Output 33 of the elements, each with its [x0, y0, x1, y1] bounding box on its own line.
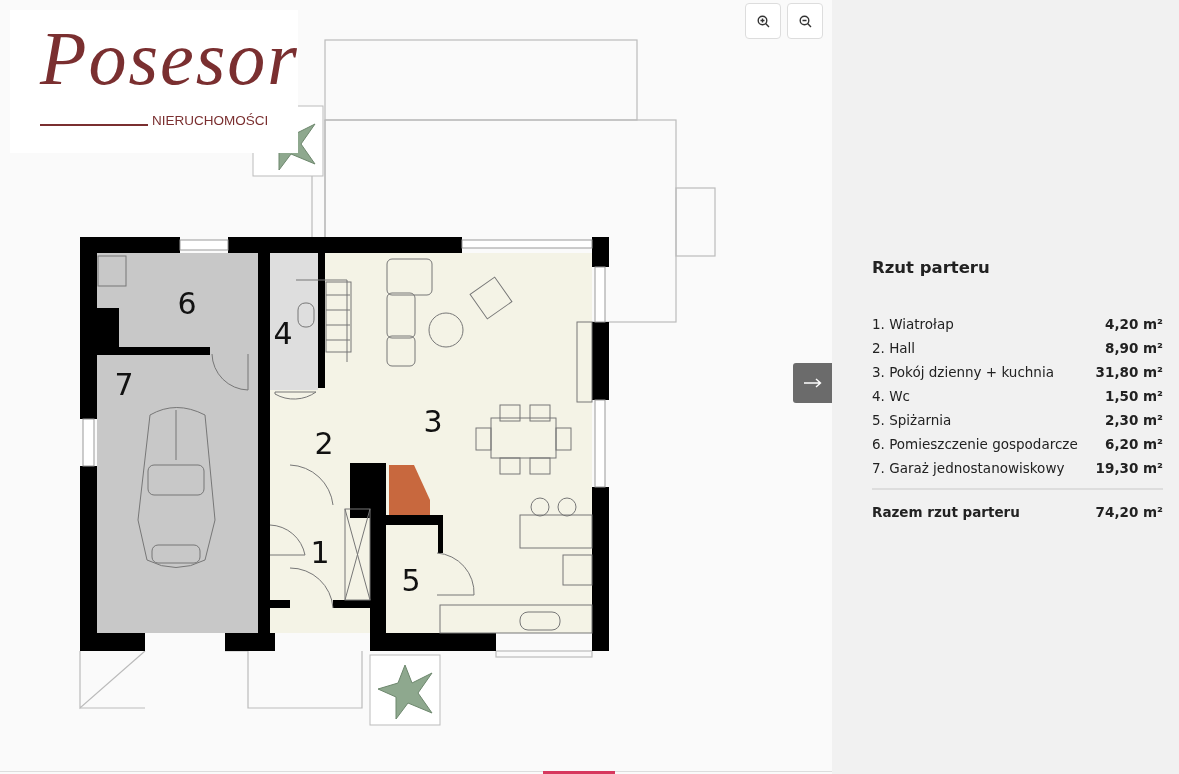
room-area: 1,50 m² — [1105, 385, 1163, 406]
zoom-out-icon — [798, 14, 812, 28]
room-name: 7. Garaż jednostanowiskowy — [872, 458, 1065, 478]
room-name: 4. Wc — [872, 386, 910, 406]
logo-wordmark: Posesor — [40, 20, 299, 96]
room-number: 5 — [401, 563, 421, 598]
room-name: 2. Hall — [872, 338, 916, 358]
room-number: 7 — [114, 367, 134, 402]
room-name: 6. Pomieszczenie gospodarcze — [872, 434, 1078, 454]
next-button[interactable] — [793, 363, 832, 403]
slide-indicator — [543, 771, 615, 774]
room-area: 19,30 m² — [1095, 457, 1163, 478]
room-area: 4,20 m² — [1105, 313, 1163, 334]
room-number: 3 — [423, 404, 443, 439]
total-label: Razem rzut parteru — [872, 502, 1020, 522]
zoom-in-button[interactable] — [745, 3, 781, 39]
arrow-right-icon — [803, 378, 822, 388]
total-area: 74,20 m² — [1095, 501, 1163, 522]
room-number: 6 — [177, 286, 197, 321]
zoom-in-icon — [756, 14, 770, 28]
zoom-out-button[interactable] — [787, 3, 823, 39]
room-name: 5. Spiżarnia — [872, 410, 952, 430]
logo-tagline: NIERUCHOMOŚCI — [152, 114, 269, 128]
room-area: 31,80 m² — [1095, 361, 1163, 382]
room-number: 2 — [314, 426, 334, 461]
room-area: 6,20 m² — [1105, 433, 1163, 454]
room-number: 4 — [273, 316, 293, 351]
panel-title: Rzut parteru — [872, 258, 991, 278]
room-number: 1 — [310, 535, 330, 570]
room-area: 2,30 m² — [1105, 409, 1163, 430]
room-name: 3. Pokój dzienny + kuchnia — [872, 362, 1054, 382]
room-area: 8,90 m² — [1105, 337, 1163, 358]
room-name: 1. Wiatrołap — [872, 314, 954, 334]
